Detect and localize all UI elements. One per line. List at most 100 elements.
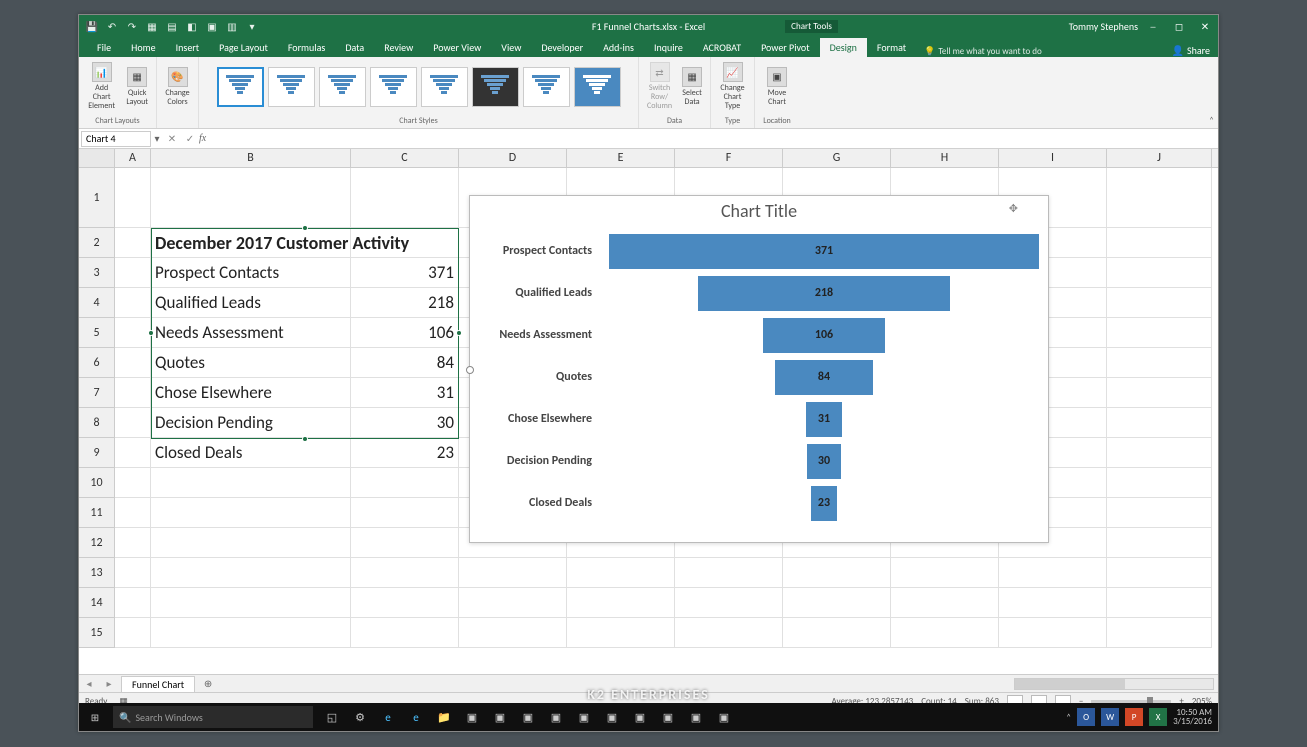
- row-header[interactable]: 6: [79, 348, 115, 378]
- row-header[interactable]: 7: [79, 378, 115, 408]
- tab-file[interactable]: File: [87, 38, 121, 57]
- tab-data[interactable]: Data: [335, 38, 374, 57]
- change-colors-button[interactable]: 🎨Change Colors: [161, 65, 194, 109]
- chart-style-thumb[interactable]: [268, 67, 315, 107]
- cell[interactable]: [1107, 228, 1212, 258]
- app-icon[interactable]: ▣: [713, 706, 735, 728]
- cell[interactable]: [1107, 558, 1212, 588]
- app-icon[interactable]: ▣: [545, 706, 567, 728]
- cell[interactable]: [1107, 288, 1212, 318]
- chart-style-thumb[interactable]: [472, 67, 519, 107]
- share-button[interactable]: 👤 Share: [1172, 44, 1210, 57]
- funnel-chart[interactable]: Chart Title ✥ Prospect Contacts 371Quali…: [469, 195, 1049, 543]
- minimize-button[interactable]: ─: [1140, 15, 1166, 37]
- cell[interactable]: [351, 618, 459, 648]
- qat-icon[interactable]: ▥: [225, 19, 239, 33]
- funnel-bar[interactable]: 84: [775, 360, 872, 395]
- column-header[interactable]: I: [999, 149, 1107, 167]
- cell[interactable]: [115, 288, 151, 318]
- cell[interactable]: 23: [351, 438, 459, 468]
- edge-icon[interactable]: e: [377, 706, 399, 728]
- column-header[interactable]: H: [891, 149, 999, 167]
- cell[interactable]: Chose Elsewhere: [151, 378, 351, 408]
- row-header[interactable]: 5: [79, 318, 115, 348]
- powerpoint-icon[interactable]: P: [1125, 708, 1143, 726]
- cell[interactable]: 371: [351, 258, 459, 288]
- add-sheet-button[interactable]: ⊕: [199, 677, 217, 690]
- cell[interactable]: [1107, 588, 1212, 618]
- cell[interactable]: [783, 558, 891, 588]
- tab-acrobat[interactable]: ACROBAT: [693, 38, 751, 57]
- funnel-bar[interactable]: 31: [806, 402, 842, 437]
- cell[interactable]: Prospect Contacts: [151, 258, 351, 288]
- chart-resize-handle[interactable]: [466, 366, 474, 374]
- cell[interactable]: [459, 618, 567, 648]
- cell[interactable]: [1107, 528, 1212, 558]
- cell[interactable]: [151, 558, 351, 588]
- cell[interactable]: [351, 468, 459, 498]
- tab-nav-prev-icon[interactable]: ◂: [86, 677, 91, 690]
- cell[interactable]: Needs Assessment: [151, 318, 351, 348]
- cell[interactable]: 31: [351, 378, 459, 408]
- tab-view[interactable]: View: [491, 38, 531, 57]
- scrollbar-thumb[interactable]: [1015, 679, 1125, 689]
- qat-icon[interactable]: ▣: [205, 19, 219, 33]
- column-header[interactable]: G: [783, 149, 891, 167]
- cell[interactable]: [675, 618, 783, 648]
- sheet-tab[interactable]: Funnel Chart: [121, 676, 195, 692]
- save-icon[interactable]: 💾: [85, 19, 99, 33]
- close-button[interactable]: ✕: [1192, 15, 1218, 37]
- tab-formulas[interactable]: Formulas: [278, 38, 335, 57]
- funnel-bar[interactable]: 23: [811, 486, 838, 521]
- cell[interactable]: [115, 438, 151, 468]
- app-icon[interactable]: ▣: [629, 706, 651, 728]
- chart-style-thumb[interactable]: [217, 67, 264, 107]
- cell[interactable]: [1107, 408, 1212, 438]
- cell[interactable]: [151, 588, 351, 618]
- cell[interactable]: [115, 378, 151, 408]
- worksheet-grid[interactable]: ABCDEFGHIJ 12December 2017 Customer Acti…: [79, 149, 1218, 674]
- qat-icon[interactable]: ◧: [185, 19, 199, 33]
- cell[interactable]: 30: [351, 408, 459, 438]
- selection-handle[interactable]: [148, 330, 154, 336]
- outlook-icon[interactable]: O: [1077, 708, 1095, 726]
- app-icon[interactable]: ▣: [461, 706, 483, 728]
- row-header[interactable]: 3: [79, 258, 115, 288]
- tab-review[interactable]: Review: [374, 38, 423, 57]
- chart-style-thumb[interactable]: [319, 67, 366, 107]
- tab-insert[interactable]: Insert: [166, 38, 210, 57]
- excel-icon[interactable]: X: [1149, 708, 1167, 726]
- column-header[interactable]: B: [151, 149, 351, 167]
- cell[interactable]: [115, 558, 151, 588]
- selection-handle[interactable]: [302, 436, 308, 442]
- tray-icon[interactable]: ˄: [1066, 712, 1071, 723]
- cell[interactable]: [115, 408, 151, 438]
- row-header[interactable]: 1: [79, 168, 115, 228]
- cell[interactable]: [1107, 618, 1212, 648]
- select-all-button[interactable]: [79, 149, 115, 167]
- cell[interactable]: 218: [351, 288, 459, 318]
- app-icon[interactable]: ▣: [601, 706, 623, 728]
- app-icon[interactable]: ▣: [489, 706, 511, 728]
- cell[interactable]: [1107, 348, 1212, 378]
- maximize-button[interactable]: ◻: [1166, 15, 1192, 37]
- cell[interactable]: [999, 558, 1107, 588]
- cell[interactable]: [891, 558, 999, 588]
- cell[interactable]: [999, 618, 1107, 648]
- cell[interactable]: [1107, 468, 1212, 498]
- column-header[interactable]: D: [459, 149, 567, 167]
- column-header[interactable]: C: [351, 149, 459, 167]
- chart-styles-gallery[interactable]: [216, 59, 622, 114]
- start-button[interactable]: ⊞: [79, 703, 111, 731]
- column-header[interactable]: A: [115, 149, 151, 167]
- cell[interactable]: [115, 168, 151, 228]
- cell[interactable]: [567, 558, 675, 588]
- cell[interactable]: [675, 558, 783, 588]
- cell[interactable]: [1107, 438, 1212, 468]
- app-icon[interactable]: ▣: [517, 706, 539, 728]
- cell[interactable]: [1107, 258, 1212, 288]
- cell[interactable]: [459, 558, 567, 588]
- cell[interactable]: Closed Deals: [151, 438, 351, 468]
- row-header[interactable]: 15: [79, 618, 115, 648]
- enter-formula-icon[interactable]: ✓: [181, 132, 199, 145]
